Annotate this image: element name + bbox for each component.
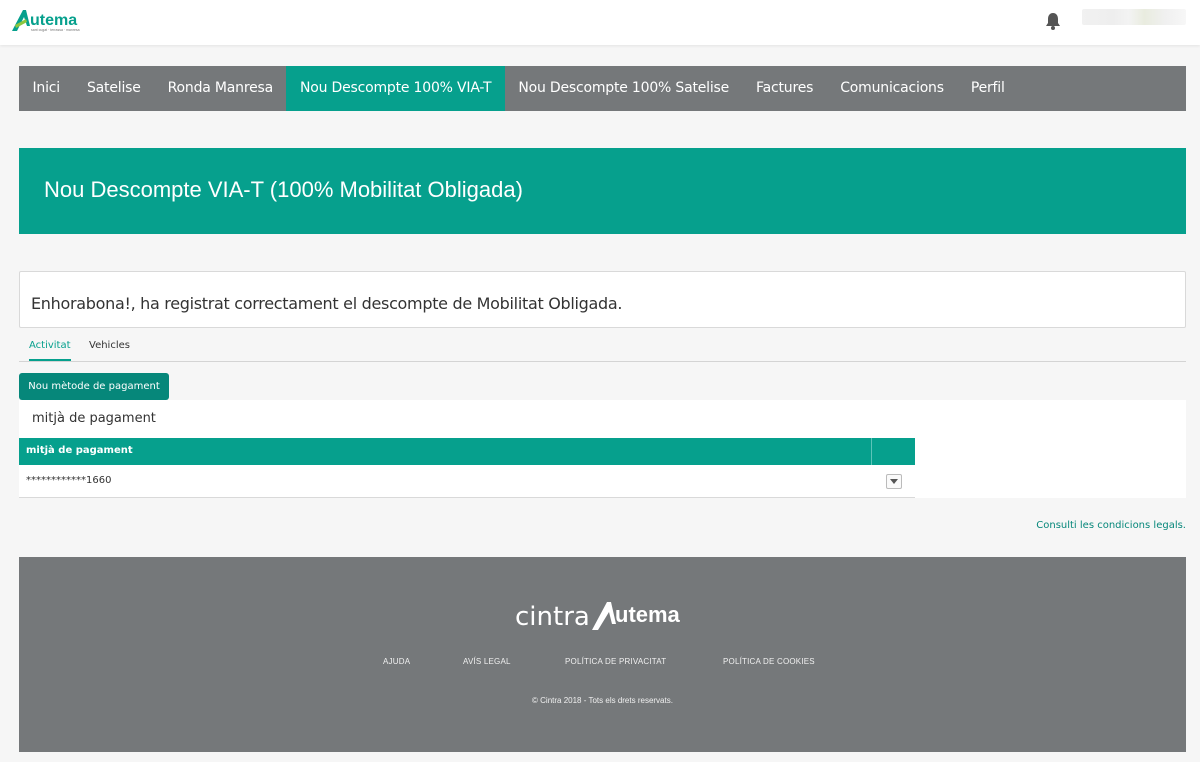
tab-activitat[interactable]: Activitat xyxy=(29,340,71,361)
footer-link-ajuda[interactable]: AJUDA xyxy=(383,657,410,666)
footer: cintra utema AJUDA AVÍS LEGAL POLÍTICA D… xyxy=(19,557,1186,752)
tab-vehicles[interactable]: Vehicles xyxy=(89,340,130,360)
nav-item-inici[interactable]: Inici xyxy=(19,66,73,111)
footer-link-avis-legal[interactable]: AVÍS LEGAL xyxy=(463,657,511,666)
panel-title: mitjà de pagament xyxy=(32,411,156,426)
footer-link-privacitat[interactable]: POLÍTICA DE PRIVACITAT xyxy=(565,657,666,666)
new-payment-method-button[interactable]: Nou mètode de pagament xyxy=(19,373,169,400)
success-message: Enhorabona!, ha registrat correctament e… xyxy=(19,271,1186,328)
footer-link-cookies[interactable]: POLÍTICA DE COOKIES xyxy=(723,657,815,666)
nav-item-nou-descompte-satelise[interactable]: Nou Descompte 100% Satelise xyxy=(505,66,743,111)
bell-icon[interactable] xyxy=(1045,12,1061,30)
column-header-payment-method[interactable]: mitjà de pagament xyxy=(26,445,133,456)
copyright: © Cintra 2018 - Tots els drets reservats… xyxy=(532,696,673,705)
table-header: mitjà de pagament xyxy=(19,438,915,465)
cintra-autema-logo: cintra utema xyxy=(515,598,690,639)
tab-bar: Activitat Vehicles xyxy=(19,334,1186,362)
payment-methods-table: mitjà de pagament ************1660 xyxy=(19,438,915,498)
payment-method-panel: mitjà de pagament mitjà de pagament ****… xyxy=(19,400,1186,498)
nav-item-satelise[interactable]: Satelise xyxy=(73,66,154,111)
nav-item-comunicacions[interactable]: Comunicacions xyxy=(827,66,958,111)
svg-text:cintra: cintra xyxy=(515,602,590,632)
svg-text:utema: utema xyxy=(30,12,77,29)
nav-item-perfil[interactable]: Perfil xyxy=(957,66,1018,111)
page-title: Nou Descompte VIA-T (100% Mobilitat Obli… xyxy=(44,177,523,202)
nav-item-factures[interactable]: Factures xyxy=(743,66,827,111)
nav-item-ronda-manresa[interactable]: Ronda Manresa xyxy=(154,66,286,111)
row-expand-button[interactable] xyxy=(886,474,902,489)
svg-text:sant cugat · terrassa · manres: sant cugat · terrassa · manresa xyxy=(31,28,80,32)
page-banner: Nou Descompte VIA-T (100% Mobilitat Obli… xyxy=(19,148,1186,234)
svg-text:utema: utema xyxy=(615,602,681,627)
user-menu[interactable] xyxy=(1082,9,1186,25)
legal-conditions-link[interactable]: Consulti les condicions legals. xyxy=(1036,520,1186,531)
column-divider xyxy=(871,438,872,465)
payment-method-cell: ************1660 xyxy=(26,475,112,486)
main-nav: Inici Satelise Ronda Manresa Nou Descomp… xyxy=(19,66,1186,111)
nav-item-nou-descompte-via-t[interactable]: Nou Descompte 100% VIA-T xyxy=(286,66,505,111)
top-header: utema sant cugat · terrassa · manresa xyxy=(0,0,1200,45)
table-row[interactable]: ************1660 xyxy=(19,465,915,498)
autema-logo[interactable]: utema sant cugat · terrassa · manresa xyxy=(12,8,92,34)
success-message-text: Enhorabona!, ha registrat correctament e… xyxy=(31,294,623,313)
chevron-down-icon xyxy=(890,478,898,484)
